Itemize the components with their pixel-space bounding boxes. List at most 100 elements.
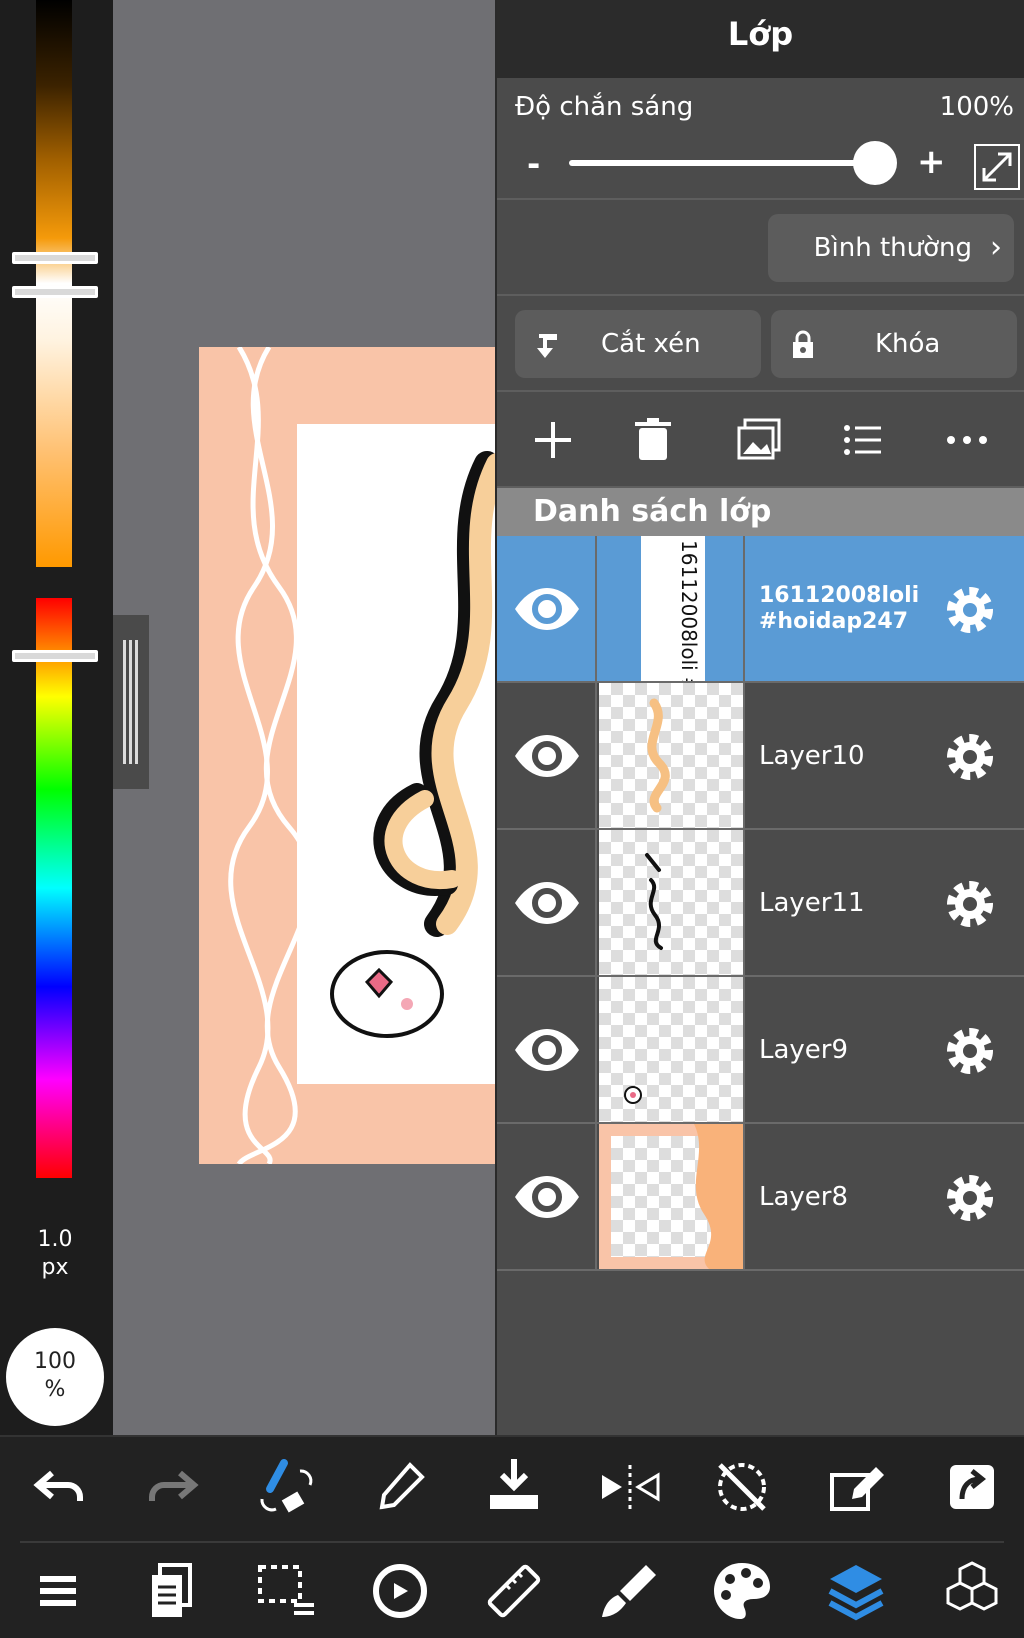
brightness-slider[interactable] (36, 0, 72, 567)
download-icon[interactable] (478, 1451, 550, 1523)
brightness-handle-bottom[interactable] (12, 286, 98, 298)
opacity-slider-track[interactable] (569, 160, 869, 166)
layer-name: Layer9 (759, 1034, 849, 1065)
clip-lock-row: Cắt xén Khóa (497, 296, 1024, 392)
layer-thumbnail[interactable]: 16112008loli #hoidap247 (597, 536, 745, 681)
app-root: 1.0 px 100 % Lớp Độ chắn sáng 100% - + B… (0, 0, 1024, 1638)
gear-icon[interactable] (942, 729, 998, 785)
gear-icon[interactable] (942, 1023, 998, 1079)
layer-thumbnail[interactable] (597, 683, 745, 828)
visibility-toggle[interactable] (497, 683, 597, 828)
more-icon[interactable] (941, 414, 993, 466)
eye-icon (515, 882, 579, 924)
bottom-toolbar (0, 1435, 1024, 1638)
blend-mode-button[interactable]: Bình thường › (768, 214, 1014, 282)
ruler-icon[interactable] (478, 1555, 550, 1627)
toolbar-divider (20, 1541, 1004, 1543)
color-sidebar: 1.0 px 100 % (0, 0, 113, 1435)
brush-eraser-icon[interactable] (250, 1451, 322, 1523)
redo-icon[interactable] (136, 1451, 208, 1523)
transform-icon[interactable] (364, 1555, 436, 1627)
expand-icon[interactable] (974, 144, 1020, 190)
clip-button[interactable]: Cắt xén (515, 310, 761, 378)
eye-icon (515, 1176, 579, 1218)
selection-icon[interactable] (250, 1555, 322, 1627)
no-rotate-icon[interactable] (706, 1451, 778, 1523)
zoom-unit: % (44, 1377, 66, 1402)
eye-icon (515, 588, 579, 630)
clip-icon (537, 334, 557, 358)
chevron-right-icon: › (990, 230, 1002, 265)
opacity-slider-knob[interactable] (853, 141, 897, 185)
layer-list: 16112008loli #hoidap247 16112008loli #ho… (497, 536, 1024, 1281)
lock-label: Khóa (875, 329, 941, 359)
hue-handle[interactable] (12, 650, 98, 662)
gear-icon[interactable] (942, 582, 998, 638)
opacity-label: Độ chắn sáng (515, 92, 694, 122)
edit-icon[interactable] (820, 1451, 892, 1523)
thumb-text: 16112008loli #hoidap247 (677, 540, 701, 681)
zoom-value: 100 (34, 1349, 76, 1374)
visibility-toggle[interactable] (497, 536, 597, 681)
layer-thumbnail[interactable] (597, 977, 745, 1122)
thumb-art (647, 698, 670, 813)
thumb-art (645, 853, 663, 950)
lock-button[interactable]: Khóa (771, 310, 1017, 378)
palette-icon[interactable] (706, 1555, 778, 1627)
brush-size-unit: px (41, 1255, 69, 1280)
flip-icon[interactable] (594, 1451, 666, 1523)
image-icon[interactable] (733, 414, 785, 466)
layer-row[interactable]: Layer11 (497, 830, 1024, 977)
brightness-handle-top[interactable] (12, 252, 98, 264)
visibility-toggle[interactable] (497, 977, 597, 1122)
add-icon[interactable] (527, 414, 579, 466)
trash-icon[interactable] (627, 414, 679, 466)
opacity-increase-button[interactable]: + (917, 142, 946, 182)
artwork (199, 347, 499, 1164)
eye-icon (515, 1029, 579, 1071)
opacity-row: Độ chắn sáng 100% - + (497, 78, 1024, 200)
artwork-inner-panel (297, 424, 499, 1084)
gear-icon[interactable] (942, 876, 998, 932)
layer-thumbnail[interactable] (597, 830, 745, 975)
thumb-art (624, 1086, 642, 1104)
undo-icon[interactable] (24, 1451, 96, 1523)
layers-icon[interactable] (820, 1555, 892, 1627)
brush-icon[interactable] (594, 1555, 666, 1627)
layer-name: Layer11 (759, 887, 865, 918)
panel-title: Lớp (497, 0, 1024, 78)
clip-label: Cắt xén (601, 329, 701, 359)
bunny-sticker (330, 950, 444, 1038)
brush-size-value: 1.0 (37, 1227, 73, 1252)
blend-mode-label: Bình thường (813, 233, 972, 263)
layer-row[interactable]: Layer10 (497, 683, 1024, 830)
menu-icon[interactable] (22, 1555, 94, 1627)
zoom-button[interactable]: 100 % (6, 1328, 104, 1426)
layer-thumbnail[interactable] (587, 1112, 755, 1281)
brush-size-display[interactable]: 1.0 px (0, 1226, 110, 1282)
lock-icon (793, 330, 813, 358)
materials-icon[interactable] (936, 1555, 1008, 1627)
list-icon[interactable] (837, 414, 889, 466)
hue-slider[interactable] (36, 598, 72, 1178)
thumb-art (587, 1112, 755, 1281)
visibility-toggle[interactable] (497, 830, 597, 975)
layer-row[interactable]: Layer9 (497, 977, 1024, 1124)
layer-row[interactable]: 16112008loli #hoidap247 16112008loli #ho… (497, 536, 1024, 683)
eye-icon (515, 735, 579, 777)
layer-name: Layer10 (759, 740, 865, 771)
visibility-toggle[interactable] (497, 1124, 597, 1269)
layer-name: 16112008loli #hoidap247 (759, 582, 920, 634)
layer-list-header: Danh sách lớp (497, 488, 1024, 536)
eyedropper-icon[interactable] (364, 1451, 436, 1523)
canvas-area[interactable] (113, 0, 499, 1435)
pages-icon[interactable] (136, 1555, 208, 1627)
panel-resize-grip[interactable] (113, 615, 149, 789)
gear-icon[interactable] (942, 1170, 998, 1226)
share-icon[interactable] (936, 1451, 1008, 1523)
layer-name: Layer8 (759, 1181, 849, 1212)
opacity-decrease-button[interactable]: - (527, 145, 540, 183)
opacity-value: 100% (939, 92, 1014, 122)
layer-row[interactable]: Layer8 (497, 1112, 1024, 1281)
hello-lettering-art (330, 451, 499, 1038)
